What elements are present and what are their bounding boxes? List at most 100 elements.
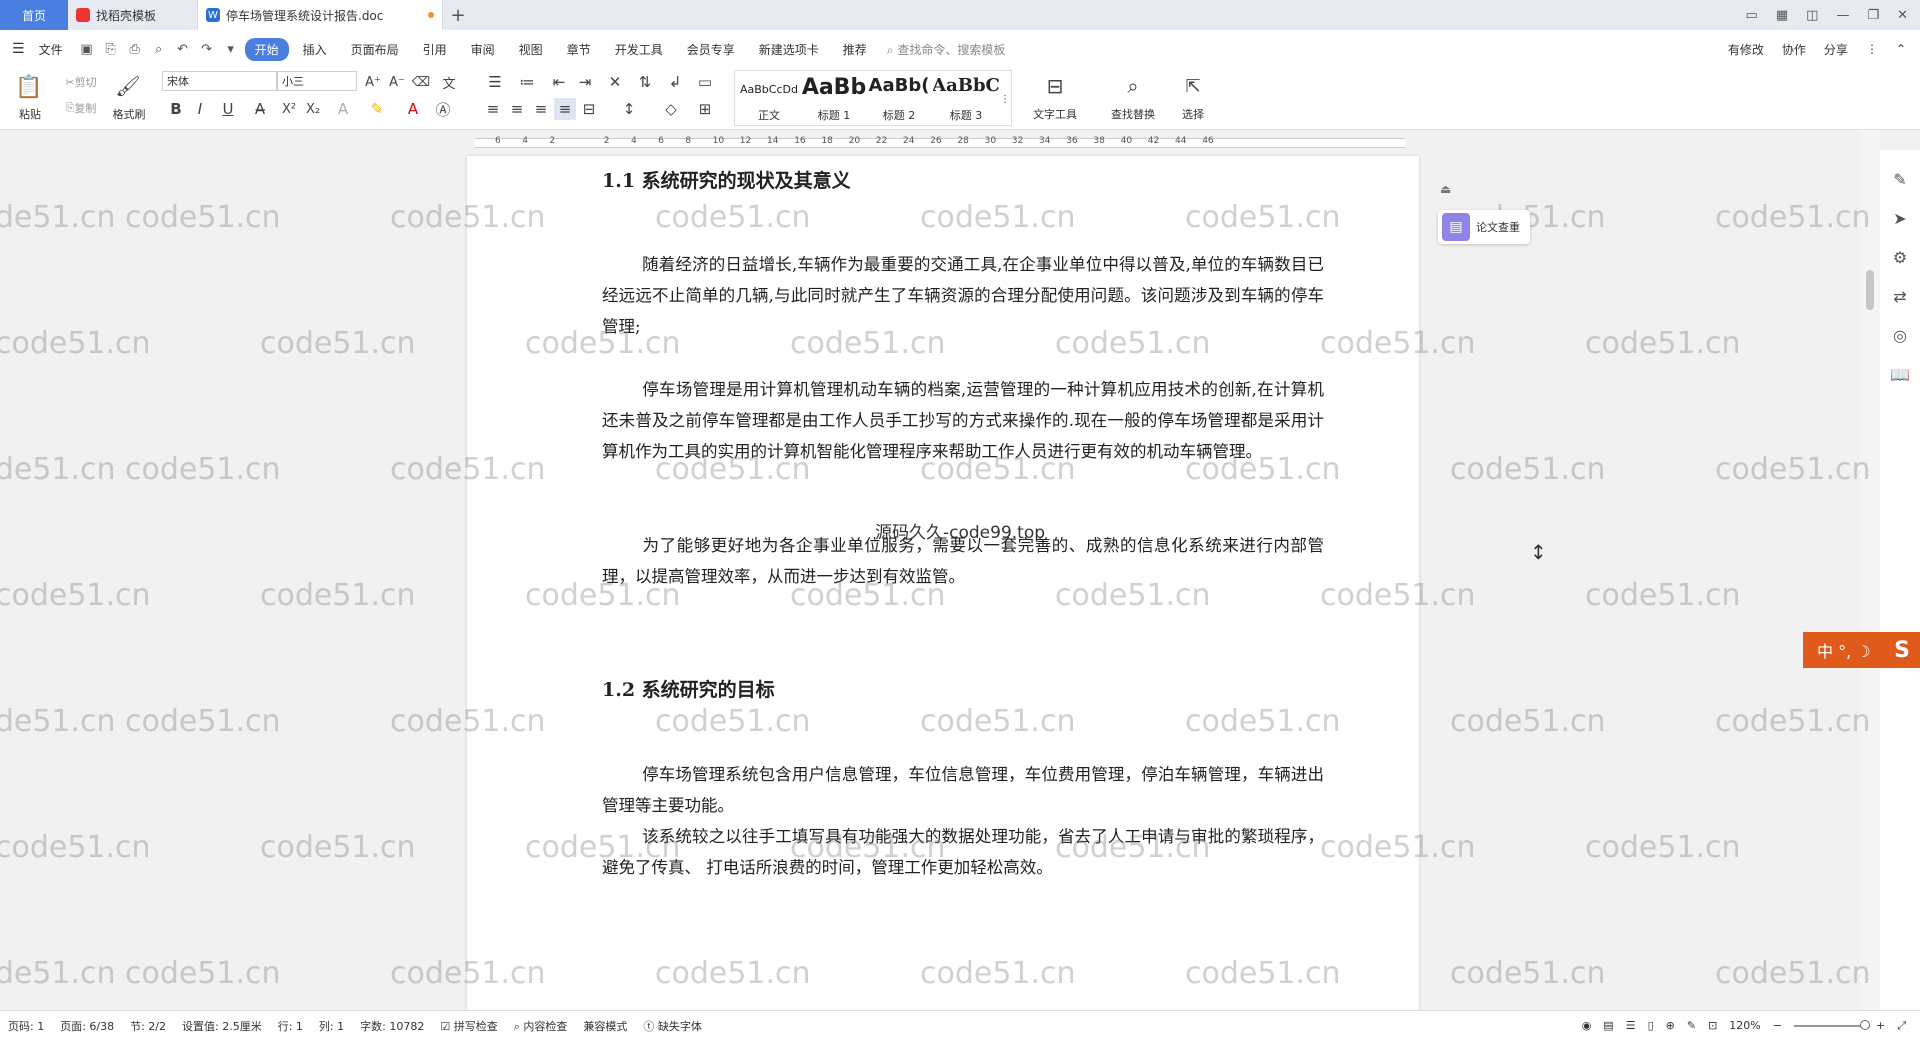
align-left-icon[interactable]: ≡ [482, 98, 504, 120]
book-icon[interactable]: 📖 [1890, 365, 1910, 384]
find-replace-button[interactable]: 查找替换 [1100, 106, 1166, 122]
select-arrow-icon[interactable]: ➤ [1893, 209, 1906, 228]
outline-view-icon[interactable]: ☰ [1626, 1019, 1636, 1032]
select-cursor-icon[interactable]: ⇱ [1180, 72, 1206, 100]
phonetic-icon[interactable]: 文 [436, 72, 462, 92]
line-spacing-icon[interactable]: ↕ [614, 98, 644, 120]
menu-start[interactable]: 开始 [244, 37, 289, 61]
table-lines-icon[interactable]: ▭ [694, 72, 716, 92]
numbered-list-icon[interactable]: ≔ [514, 72, 540, 92]
align-center-icon[interactable]: ≡ [506, 98, 528, 120]
collab-button[interactable]: 协作 [1782, 41, 1806, 58]
superscript-icon[interactable]: X² [278, 98, 300, 120]
distribute-icon[interactable]: ⊟ [578, 98, 600, 120]
edit-pen-icon[interactable]: ✎ [1893, 170, 1906, 189]
justify-icon[interactable]: ≡ [554, 98, 576, 120]
borders-icon[interactable]: ⊞ [690, 98, 720, 120]
bullet-list-icon[interactable]: ☰ [482, 72, 508, 92]
share-button[interactable]: 分享 [1824, 41, 1848, 58]
modified-button[interactable]: 有修改 [1728, 41, 1764, 58]
bold-icon[interactable]: B [166, 98, 186, 120]
shrink-font-icon[interactable]: A⁻ [386, 72, 408, 92]
format-painter-button[interactable]: 格式刷 [108, 106, 150, 122]
zoom-out-icon[interactable]: − [1773, 1019, 1782, 1032]
status-page-number[interactable]: 页码: 1 [0, 1018, 52, 1034]
close-icon[interactable]: ✕ [1897, 8, 1908, 23]
text-tools-icon[interactable]: ⊟ [1040, 72, 1070, 100]
outdent-icon[interactable]: ⇤ [548, 72, 570, 92]
char-border-icon[interactable]: Ⓐ [432, 98, 454, 120]
style-heading2[interactable]: AaBb( 标题 2 [865, 71, 933, 127]
horizontal-ruler[interactable]: 6 4 2 2 4 6 8 10 12 14 16 18 20 22 24 26 28 30 32 34 36 38 40 4… [475, 132, 1405, 150]
zoom-slider[interactable] [1793, 1019, 1870, 1030]
clear-format-icon[interactable]: ⌫ [410, 72, 432, 92]
tab-document[interactable]: W 停车场管理系统设计报告.doc [198, 0, 443, 30]
scrollbar-thumb[interactable] [1866, 270, 1874, 310]
hamburger-icon[interactable]: ☰ [12, 41, 25, 57]
command-search[interactable]: ⌕ 查找命令、搜索模板 [887, 41, 1006, 58]
search-input[interactable]: 查找命令、搜索模板 [897, 43, 1005, 57]
document-page[interactable]: 1.1 系统研究的现状及其意义 随着经济的日益增长,车辆作为最重要的交通工具,在… [467, 156, 1419, 1010]
content-check-button[interactable]: ⌕ 内容检查 [506, 1018, 576, 1034]
select-button[interactable]: 选择 [1170, 106, 1216, 122]
ime-indicator[interactable]: 中 °, ☽ S [1803, 632, 1920, 668]
save-icon[interactable]: ▣ [77, 39, 97, 59]
menu-layout[interactable]: 页面布局 [341, 38, 409, 61]
paste-button[interactable]: 粘贴 [10, 106, 50, 122]
find-replace-icon[interactable]: ⌕ [1118, 72, 1148, 100]
format-painter-icon[interactable]: 🖌 [112, 72, 144, 100]
status-page[interactable]: 页面: 6/38 [52, 1018, 122, 1034]
minimize-icon[interactable]: — [1836, 8, 1849, 23]
strikethrough-icon[interactable]: A̶ [246, 98, 274, 120]
grow-font-icon[interactable]: A⁺ [362, 72, 384, 92]
style-heading3[interactable]: AaBbC 标题 3 [933, 71, 999, 127]
menu-review[interactable]: 审阅 [461, 38, 505, 61]
menu-reference[interactable]: 引用 [413, 38, 457, 61]
menu-vip[interactable]: 会员专享 [677, 38, 745, 61]
location-icon[interactable]: ◎ [1893, 326, 1907, 345]
underline-icon[interactable]: U [214, 98, 242, 120]
plagiarism-check-panel[interactable]: ▤ 论文查重 [1438, 210, 1530, 244]
print-icon[interactable]: ⎙ [125, 39, 145, 59]
text-effect-icon[interactable]: A [328, 98, 358, 120]
new-tab-button[interactable]: + [443, 0, 473, 30]
more-icon[interactable]: ⋮ [1866, 42, 1878, 56]
style-heading1[interactable]: AaBb 标题 1 [802, 71, 866, 127]
tab-template[interactable]: 找稻壳模板 [68, 0, 198, 30]
translate-icon[interactable]: ⇄ [1893, 287, 1906, 306]
menu-chapter[interactable]: 章节 [557, 38, 601, 61]
eye-protect-icon[interactable]: ◉ [1582, 1019, 1592, 1032]
font-name-select[interactable]: 宋体 [162, 71, 277, 91]
panel-collapse-icon[interactable]: ⏏ [1440, 182, 1451, 196]
zoom-slider-knob[interactable] [1859, 1019, 1870, 1030]
avatar[interactable]: ◫ [1806, 8, 1818, 23]
style-more-icon[interactable]: ⋮ [999, 73, 1011, 125]
highlight-icon[interactable]: ✎ [362, 98, 392, 120]
missing-font-button[interactable]: ⓣ 缺失字体 [635, 1018, 710, 1034]
tab-home[interactable]: 首页 [0, 0, 68, 30]
subscript-icon[interactable]: X₂ [302, 98, 324, 120]
menu-insert[interactable]: 插入 [293, 38, 337, 61]
status-word-count[interactable]: 字数: 10782 [352, 1018, 432, 1034]
quick-more-icon[interactable]: ▾ [221, 39, 241, 59]
read-view-icon[interactable]: ▯ [1648, 1019, 1654, 1032]
status-setting[interactable]: 设置值: 2.5厘米 [174, 1018, 270, 1034]
menu-devtools[interactable]: 开发工具 [605, 38, 673, 61]
menu-view[interactable]: 视图 [509, 38, 553, 61]
redo-icon[interactable]: ↷ [197, 39, 217, 59]
web-view-icon[interactable]: ⊕ [1666, 1019, 1675, 1032]
fit-page-icon[interactable]: ⊡ [1708, 1019, 1717, 1032]
menu-file[interactable]: 文件 [29, 38, 73, 61]
collapse-ribbon-icon[interactable]: ⌃ [1896, 42, 1906, 56]
paste-icon[interactable]: 📋 [14, 72, 44, 102]
font-size-select[interactable]: 小三 [277, 71, 357, 91]
menu-new-tab[interactable]: 新建选项卡 [749, 38, 829, 61]
sort-icon[interactable]: ⇅ [634, 72, 656, 92]
fullscreen-icon[interactable]: ⤢ [1897, 1019, 1906, 1033]
indent-icon[interactable]: ⇥ [574, 72, 596, 92]
vertical-scrollbar[interactable] [1860, 130, 1880, 1010]
export-icon[interactable]: ⎘ [101, 39, 121, 59]
shading-icon[interactable]: ◇ [656, 98, 686, 120]
undo-icon[interactable]: ↶ [173, 39, 193, 59]
write-view-icon[interactable]: ✎ [1687, 1019, 1696, 1032]
